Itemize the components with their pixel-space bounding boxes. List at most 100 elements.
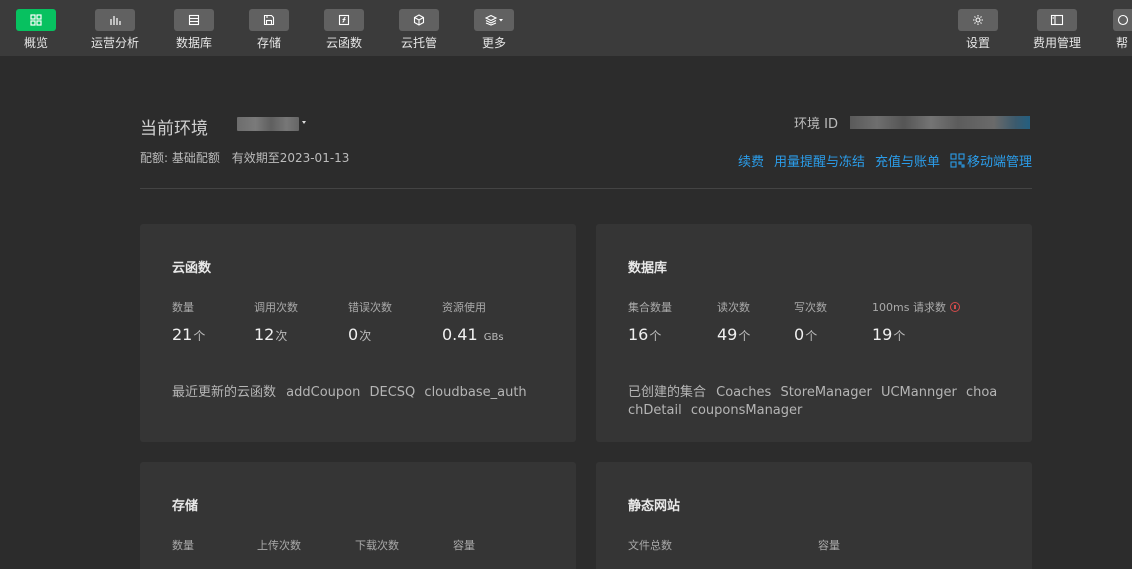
recent-functions: 最近更新的云函数 addCoupon DECSQ cloudbase_auth [172, 384, 552, 402]
stat-errors: 错误次数 0次 [348, 299, 392, 344]
quota-info: 配额: 基础配额 有效期至2023-01-13 [140, 149, 349, 166]
header-divider [140, 188, 1032, 189]
cube-icon [413, 14, 425, 26]
stat-value: 12次 [254, 325, 298, 344]
toolbar-item-more[interactable]: 更多 [474, 0, 514, 56]
stat-label-text: 100ms 请求数 [872, 301, 946, 314]
info-icon[interactable] [949, 302, 960, 312]
mobile-admin-label: 移动端管理 [966, 155, 1032, 170]
env-title: 当前环境 [140, 119, 208, 139]
stat-unit: 个 [738, 329, 751, 343]
toolbar-item-analytics[interactable]: 运营分析 [91, 0, 139, 56]
stat-value: 49个 [717, 325, 750, 344]
collection-item[interactable]: StoreManager [780, 385, 871, 400]
collection-item[interactable]: couponsManager [691, 403, 803, 418]
stat-unit: 个 [805, 329, 818, 343]
stat-number: 21 [172, 325, 193, 344]
stat-value: 0个 [794, 325, 827, 344]
qr-code-icon [950, 153, 965, 168]
env-id-value [850, 116, 1030, 129]
toolbar-item-cloud-hosting[interactable]: 云托管 [399, 0, 439, 56]
stat-label: 100ms 请求数 [872, 299, 960, 315]
toolbar-label: 设置 [965, 36, 990, 50]
toolbar-item-overview[interactable]: 概览 [16, 0, 56, 56]
env-name-dropdown[interactable] [237, 117, 299, 131]
recent-function-item[interactable]: cloudbase_auth [424, 385, 526, 400]
toolbar-item-billing[interactable]: 费用管理 [1033, 0, 1081, 56]
stat-function-count: 数量 21个 [172, 299, 205, 344]
stat-value: 0次 [348, 325, 392, 344]
database-icon [188, 14, 200, 26]
function-icon [338, 14, 350, 26]
stat-unit: 个 [193, 329, 206, 343]
stat-label: 数量 [172, 301, 194, 314]
stat-value: 16个 [628, 325, 672, 344]
stat-collection-count: 集合数量 16个 [628, 299, 672, 344]
card-title: 静态网站 [628, 499, 681, 514]
stat-unit: GBs [483, 332, 504, 343]
stat-number: 0 [794, 325, 805, 344]
stat-number: 16 [628, 325, 649, 344]
stat-value: 19个 [872, 325, 960, 344]
stat-label: 资源使用 [442, 301, 486, 314]
card-title: 存储 [172, 499, 199, 514]
stat-resource-usage: 资源使用 0.41 GBs [442, 299, 504, 344]
toolbar-item-cloud-functions[interactable]: 云函数 [324, 0, 364, 56]
layers-icon [485, 14, 503, 26]
static-site-card: 静态网站 文件总数 容量 [596, 462, 1032, 569]
toolbar-label: 费用管理 [1033, 36, 1082, 50]
stat-unit: 个 [649, 329, 662, 343]
toolbar-label: 数据库 [175, 36, 212, 50]
stat-unit: 个 [893, 329, 906, 343]
stat-label: 写次数 [794, 301, 827, 314]
bar-chart-icon [109, 14, 121, 26]
stat-file-count: 数量 [172, 537, 194, 553]
chevron-down-icon[interactable] [302, 121, 306, 124]
created-collections: 已创建的集合 Coaches StoreManager UCMannger ch… [628, 384, 1000, 420]
cloud-functions-card: 云函数 数量 21个 调用次数 12次 错误次数 0次 资源使用 0.41 GB… [140, 224, 576, 442]
card-title: 云函数 [172, 261, 212, 276]
stat-number: 12 [254, 325, 275, 344]
collection-item[interactable]: UCMannger [881, 385, 957, 400]
toolbar-label: 运营分析 [91, 36, 140, 50]
stat-downloads: 下载次数 [355, 537, 399, 553]
stat-label: 容量 [453, 539, 475, 552]
quota-label: 配额: 基础配额 [140, 151, 220, 165]
toolbar-label: 帮 [1116, 36, 1129, 50]
stat-label: 数量 [172, 539, 194, 552]
renew-link[interactable]: 续费 [738, 151, 764, 170]
toolbar-item-help[interactable]: 帮 [1113, 0, 1132, 56]
stat-label: 文件总数 [628, 539, 672, 552]
toolbar-label: 云托管 [400, 36, 437, 50]
stat-number: 0 [348, 325, 359, 344]
action-links: 续费 用量提醒与冻结 充值与账单 移动端管理 [738, 151, 1032, 170]
top-toolbar: 概览 运营分析 数据库 存储 云函数 云托管 更多 设置 费用管理 帮 [0, 0, 1132, 56]
toolbar-item-database[interactable]: 数据库 [174, 0, 214, 56]
toolbar-label: 概览 [23, 36, 48, 50]
storage-card: 存储 数量 上传次数 下载次数 容量 [140, 462, 576, 569]
usage-alert-link[interactable]: 用量提醒与冻结 [774, 151, 865, 170]
stat-label: 读次数 [717, 301, 750, 314]
toolbar-item-settings[interactable]: 设置 [958, 0, 998, 56]
help-icon [1117, 14, 1129, 26]
toolbar-item-storage[interactable]: 存储 [249, 0, 289, 56]
stat-label: 容量 [818, 539, 840, 552]
card-title: 数据库 [628, 261, 668, 276]
mobile-admin-link[interactable]: 移动端管理 [950, 151, 1032, 170]
stat-invocations: 调用次数 12次 [254, 299, 298, 344]
stat-number: 49 [717, 325, 738, 344]
recent-function-item[interactable]: addCoupon [286, 385, 360, 400]
stat-unit: 次 [275, 329, 288, 343]
collection-item[interactable]: Coaches [716, 385, 771, 400]
stat-site-capacity: 容量 [818, 537, 840, 553]
recharge-link[interactable]: 充值与账单 [875, 151, 940, 170]
stat-value: 21个 [172, 325, 205, 344]
stat-slow-requests: 100ms 请求数 19个 [872, 299, 960, 344]
env-id-label: 环境 ID [794, 117, 838, 132]
toolbar-label: 存储 [256, 36, 281, 50]
recent-function-item[interactable]: DECSQ [369, 385, 415, 400]
validity-label: 有效期至2023-01-13 [231, 151, 350, 165]
toolbar-label: 更多 [481, 36, 506, 50]
database-card: 数据库 集合数量 16个 读次数 49个 写次数 0个 100ms 请求数 19… [596, 224, 1032, 442]
stat-capacity: 容量 [453, 537, 475, 553]
